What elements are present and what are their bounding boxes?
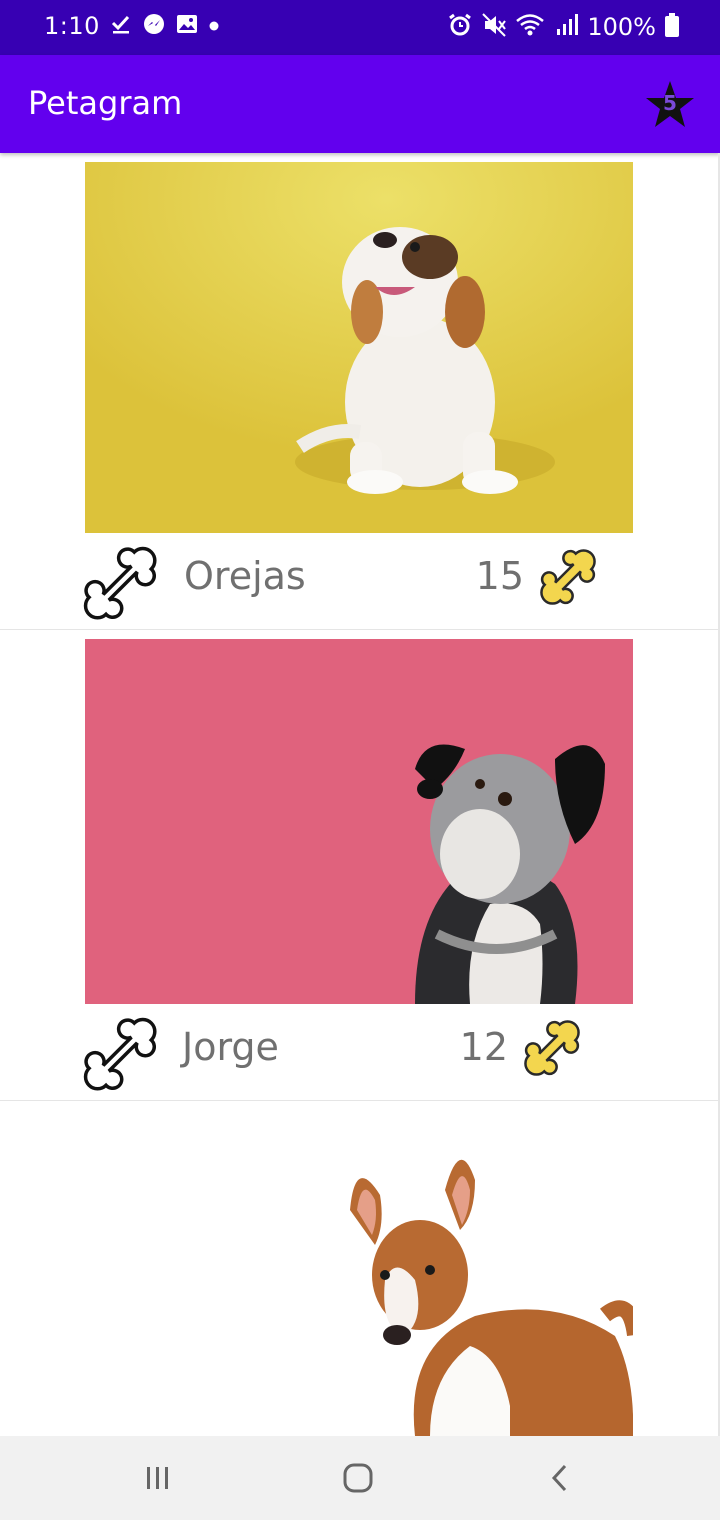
bone-outline-icon bbox=[83, 1017, 157, 1091]
gallery-icon bbox=[176, 13, 198, 39]
pet-card: Orejas 15 bbox=[0, 153, 720, 630]
status-bar: 1:10 100% bbox=[0, 0, 720, 55]
pet-name: Orejas bbox=[184, 554, 306, 598]
recents-button[interactable] bbox=[128, 1456, 188, 1500]
messenger-icon bbox=[142, 12, 166, 40]
bone-like-button[interactable] bbox=[78, 1012, 168, 1102]
home-icon bbox=[343, 1463, 373, 1493]
check-download-icon bbox=[110, 13, 132, 39]
signal-icon bbox=[553, 12, 579, 42]
back-button[interactable] bbox=[530, 1456, 590, 1500]
status-left: 1:10 bbox=[44, 12, 220, 40]
pet-card: Jorge 12 bbox=[0, 630, 720, 1101]
pet-name: Jorge bbox=[182, 1025, 279, 1069]
favorites-count: 5 bbox=[663, 91, 677, 115]
dot-icon bbox=[208, 17, 220, 36]
pet-card bbox=[0, 1101, 720, 1436]
status-time: 1:10 bbox=[44, 12, 100, 40]
recents-icon bbox=[147, 1467, 168, 1489]
app-bar: Petagram 5 bbox=[0, 55, 720, 153]
bone-gold-icon bbox=[520, 1016, 584, 1084]
pet-photo bbox=[85, 639, 633, 1004]
pet-photo bbox=[85, 162, 633, 533]
status-right: 100% bbox=[447, 12, 680, 42]
back-icon bbox=[551, 1464, 567, 1492]
alarm-icon bbox=[447, 12, 473, 42]
app-title: Petagram bbox=[28, 84, 183, 122]
system-nav-bar bbox=[0, 1436, 720, 1520]
bone-gold-icon bbox=[536, 545, 600, 613]
mute-icon bbox=[481, 12, 507, 42]
wifi-icon bbox=[515, 12, 545, 42]
home-button[interactable] bbox=[328, 1456, 388, 1500]
bone-like-button[interactable] bbox=[78, 541, 168, 631]
pet-likes-count: 12 bbox=[459, 1025, 508, 1069]
battery-text: 100% bbox=[587, 13, 656, 41]
bone-outline-icon bbox=[83, 546, 157, 620]
pet-photo bbox=[85, 1110, 633, 1436]
battery-icon bbox=[664, 12, 680, 42]
pet-likes-count: 15 bbox=[475, 554, 524, 598]
favorites-star-button[interactable]: 5 bbox=[644, 79, 696, 131]
pet-list[interactable]: Orejas 15 Jorge 12 bbox=[0, 153, 720, 1436]
